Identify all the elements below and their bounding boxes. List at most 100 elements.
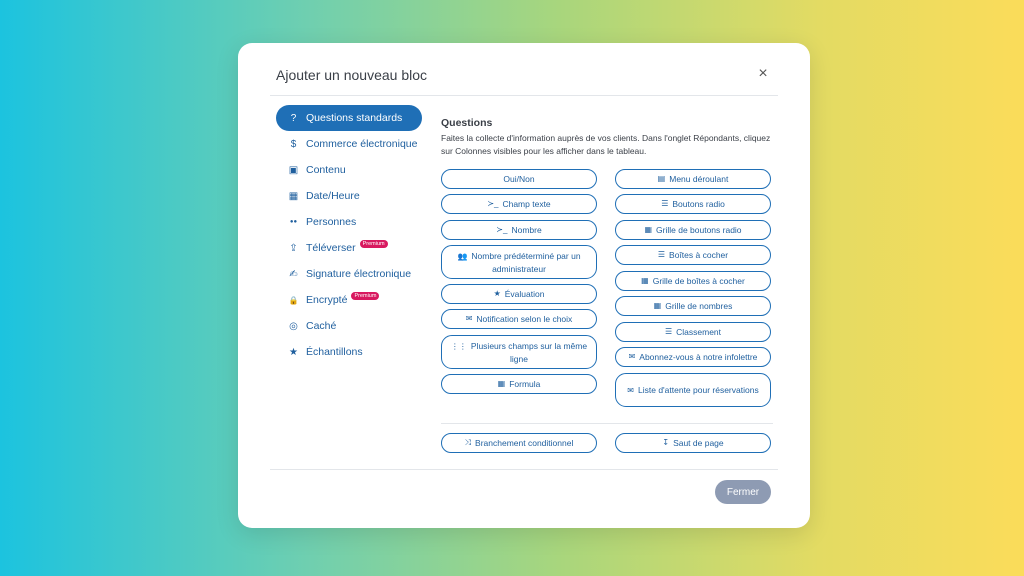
envelope-icon: ✉ xyxy=(627,385,634,395)
sidebar-item-label: Encrypté xyxy=(306,294,348,306)
list-icon: ☰ xyxy=(661,199,669,208)
sidebar-item-label: Échantillons xyxy=(306,346,363,358)
sidebar-item-signature[interactable]: ✍ Signature électronique xyxy=(276,261,422,287)
question-formula-button[interactable]: ▦ Formula xyxy=(441,374,597,394)
button-label: Formula xyxy=(509,379,541,389)
button-label: Oui/Non xyxy=(503,174,535,184)
add-block-modal: Ajouter un nouveau bloc × ? Questions st… xyxy=(238,43,810,528)
sidebar-item-label: Contenu xyxy=(306,164,346,176)
question-boites-a-cocher-button[interactable]: ☰ Boîtes à cocher xyxy=(615,245,771,265)
button-label: Grille de boîtes à cocher xyxy=(652,276,745,286)
sidebar-item-label: Signature électronique xyxy=(306,268,412,280)
category-sidebar: ? Questions standards $ Commerce électro… xyxy=(276,105,422,365)
question-classement-button[interactable]: ☰ Classement xyxy=(615,322,771,342)
grid-icon: ⋮⋮ xyxy=(450,341,467,351)
users-icon: ●● xyxy=(289,219,298,225)
envelope-icon: ✉ xyxy=(465,314,473,323)
branch-icon: ⤨ xyxy=(464,438,472,447)
question-notification-button[interactable]: ✉ Notification selon le choix xyxy=(441,309,597,329)
button-label: Notification selon le choix xyxy=(476,314,573,324)
sidebar-item-label: Questions standards xyxy=(306,112,403,124)
sidebar-item-date-heure[interactable]: ▦ Date/Heure xyxy=(276,183,422,209)
sidebar-item-label: Téléverser xyxy=(306,242,356,254)
button-label: ⋮⋮ Plusieurs champs sur la même ligne xyxy=(450,340,588,365)
button-label: Nombre xyxy=(511,225,542,235)
calendar-icon: ▦ xyxy=(288,190,299,202)
sidebar-item-encrypte[interactable]: 🔒 Encrypté Premium xyxy=(276,287,422,313)
grid-icon: ▦ xyxy=(653,301,662,310)
sidebar-item-questions-standards[interactable]: ? Questions standards xyxy=(276,105,422,131)
question-evaluation-button[interactable]: ★ Évaluation xyxy=(441,284,597,304)
footer-divider xyxy=(270,469,778,470)
arrow-down-icon: ↧ xyxy=(662,438,670,447)
envelope-icon: ✉ xyxy=(628,352,636,361)
question-grille-boutons-radio-button[interactable]: ▦ Grille de boutons radio xyxy=(615,220,771,240)
ordered-list-icon: ☰ xyxy=(664,327,673,336)
button-label: Grille de boutons radio xyxy=(656,225,742,235)
calculator-icon: ▦ xyxy=(497,379,506,388)
grid-icon: ▦ xyxy=(641,276,649,285)
header-divider xyxy=(270,95,778,96)
button-label: Classement xyxy=(676,327,722,337)
button-label: Saut de page xyxy=(673,438,724,448)
button-label-text: Liste d'attente pour réservations xyxy=(638,384,759,395)
fermer-button[interactable]: Fermer xyxy=(715,480,771,504)
question-grille-nombres-button[interactable]: ▦ Grille de nombres xyxy=(615,296,771,316)
question-infolettre-button[interactable]: ✉ Abonnez-vous à notre infolettre xyxy=(615,347,771,367)
close-icon[interactable]: × xyxy=(754,65,772,83)
sidebar-item-label: Personnes xyxy=(306,216,357,228)
sidebar-item-label: Caché xyxy=(306,320,337,332)
premium-badge: Premium xyxy=(359,240,388,248)
branchement-conditionnel-button[interactable]: ⤨ Branchement conditionnel xyxy=(441,433,597,453)
sidebar-item-echantillons[interactable]: ★ Échantillons xyxy=(276,339,422,365)
lock-icon: 🔒 xyxy=(288,295,299,305)
button-label-text: Nombre prédéterminé par un administrateu… xyxy=(471,250,581,274)
button-label: Menu déroulant xyxy=(669,174,729,184)
button-label: Branchement conditionnel xyxy=(475,438,574,448)
user-gear-icon: 👥 xyxy=(457,251,468,261)
button-label: Boîtes à cocher xyxy=(669,250,729,260)
button-label: 👥 Nombre prédéterminé par un administrate… xyxy=(450,250,588,275)
list-icon: ☰ xyxy=(657,250,666,259)
button-label: Évaluation xyxy=(504,289,545,299)
question-champ-texte-button[interactable]: ≻_ Champ texte xyxy=(441,194,597,214)
button-label: Champ texte xyxy=(502,199,551,209)
premium-badge: Premium xyxy=(351,292,380,300)
question-nombre-predetermine-button[interactable]: 👥 Nombre prédéterminé par un administrate… xyxy=(441,245,597,279)
grid-icon: ▦ xyxy=(644,225,653,234)
sidebar-item-label: Date/Heure xyxy=(306,190,360,202)
button-label: Grille de nombres xyxy=(665,301,733,311)
section-title: Questions xyxy=(441,117,493,129)
eye-slash-icon: ◎ xyxy=(289,320,298,332)
sidebar-item-contenu[interactable]: ▣ Contenu xyxy=(276,157,422,183)
button-label: Abonnez-vous à notre infolettre xyxy=(639,352,758,362)
question-liste-attente-button[interactable]: ✉ Liste d'attente pour réservations xyxy=(615,373,771,407)
question-plusieurs-champs-button[interactable]: ⋮⋮ Plusieurs champs sur la même ligne xyxy=(441,335,597,369)
button-label: Boutons radio xyxy=(672,199,725,209)
star-icon: ★ xyxy=(289,346,298,358)
terminal-icon: ≻_ xyxy=(496,225,508,234)
terminal-icon: ≻_ xyxy=(487,199,499,208)
sidebar-item-commerce[interactable]: $ Commerce électronique xyxy=(276,131,422,157)
question-icon: ? xyxy=(290,112,297,124)
questions-section: Questions Faites la collecte d'informati… xyxy=(441,117,773,158)
signature-icon: ✍ xyxy=(289,268,298,280)
sidebar-item-televerser[interactable]: ⇪ Téléverser Premium xyxy=(276,235,422,261)
dollar-icon: $ xyxy=(290,138,297,150)
sidebar-item-cache[interactable]: ◎ Caché xyxy=(276,313,422,339)
section-divider xyxy=(441,423,773,424)
button-label-text: Plusieurs champs sur la même ligne xyxy=(470,340,588,364)
question-nombre-button[interactable]: ≻_ Nombre xyxy=(441,220,597,240)
dropdown-icon: ▤ xyxy=(657,174,666,183)
sidebar-item-personnes[interactable]: ●● Personnes xyxy=(276,209,422,235)
star-icon: ★ xyxy=(493,289,501,298)
question-menu-deroulant-button[interactable]: ▤ Menu déroulant xyxy=(615,169,771,189)
question-boutons-radio-button[interactable]: ☰ Boutons radio xyxy=(615,194,771,214)
button-label: ✉ Liste d'attente pour réservations xyxy=(627,384,758,397)
sidebar-item-label: Commerce électronique xyxy=(306,138,418,150)
question-grille-boites-button[interactable]: ▦ Grille de boîtes à cocher xyxy=(615,271,771,291)
saut-de-page-button[interactable]: ↧ Saut de page xyxy=(615,433,771,453)
upload-icon: ⇪ xyxy=(289,242,298,254)
question-oui-non-button[interactable]: Oui/Non xyxy=(441,169,597,189)
image-icon: ▣ xyxy=(288,164,299,176)
